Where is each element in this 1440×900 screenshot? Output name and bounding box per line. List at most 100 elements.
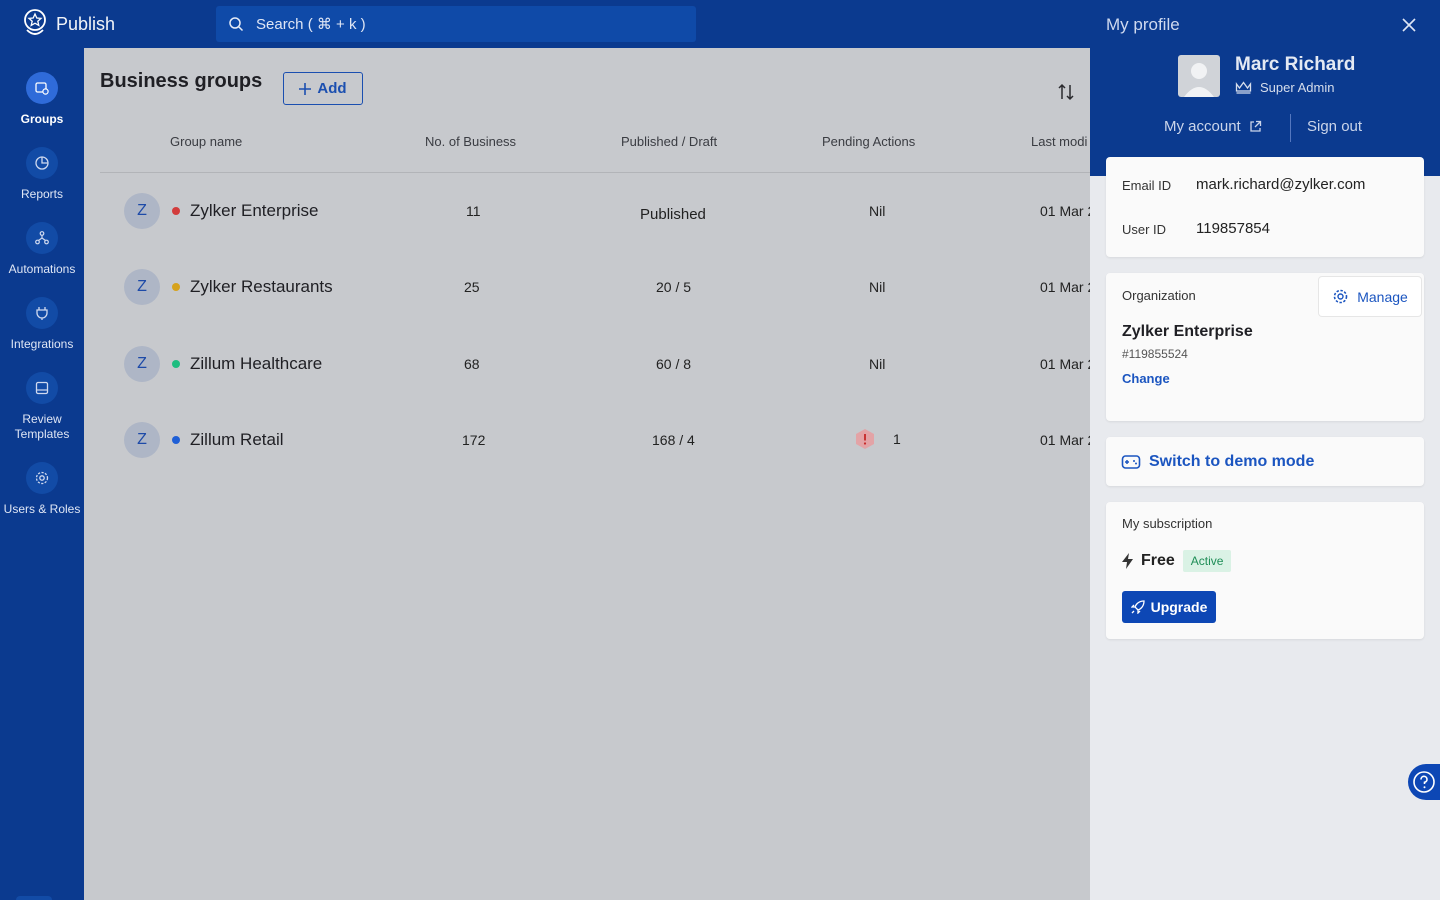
sidebar-item-integrations[interactable]: Integrations bbox=[0, 297, 84, 352]
sidebar-item-groups[interactable]: Groups bbox=[0, 72, 84, 127]
column-header[interactable]: Group name bbox=[170, 134, 242, 149]
group-avatar: Z bbox=[124, 346, 160, 382]
email-value: mark.richard@zylker.com bbox=[1196, 176, 1366, 193]
organization-label: Organization bbox=[1122, 288, 1196, 303]
business-count: 25 bbox=[464, 279, 480, 295]
expand-sidebar-button[interactable] bbox=[16, 896, 52, 900]
switch-demo-mode-button[interactable]: Switch to demo mode bbox=[1106, 437, 1424, 486]
column-header[interactable]: Published / Draft bbox=[621, 134, 717, 149]
published-draft: 168 / 4 bbox=[652, 432, 695, 448]
sort-icon[interactable] bbox=[1056, 82, 1076, 102]
published-draft: 60 / 8 bbox=[656, 356, 692, 372]
sidebar-item-users-roles[interactable]: Users & Roles bbox=[0, 462, 84, 517]
sidebar-item-label: Integrations bbox=[10, 337, 74, 351]
group-avatar: Z bbox=[124, 422, 160, 458]
add-button-label: Add bbox=[317, 80, 347, 97]
user-avatar-icon bbox=[1184, 63, 1214, 97]
role-label: Super Admin bbox=[1260, 80, 1335, 95]
demo-mode-label: Switch to demo mode bbox=[1149, 452, 1315, 470]
rocket-icon bbox=[1130, 600, 1145, 614]
pending-actions: Nil bbox=[869, 203, 886, 219]
review-templates-icon bbox=[35, 381, 49, 395]
sidebar-item-reports[interactable]: Reports bbox=[0, 147, 84, 202]
group-name[interactable]: Zillum Healthcare bbox=[190, 354, 322, 374]
sidebar-item-review-templates[interactable]: Review Templates bbox=[0, 372, 84, 442]
pending-actions: 1 bbox=[893, 431, 901, 447]
plan-info: Free Active bbox=[1122, 550, 1232, 572]
sign-out-link[interactable]: Sign out bbox=[1307, 118, 1362, 135]
sidebar: Groups Reports Automations Integrations … bbox=[0, 48, 84, 900]
table-row[interactable]: Z Zylker Restaurants 25 20 / 5 Nil 01 Ma… bbox=[100, 249, 1095, 325]
help-button[interactable] bbox=[1408, 764, 1440, 800]
account-details-card: Email ID mark.richard@zylker.com User ID… bbox=[1106, 157, 1424, 257]
reports-icon bbox=[35, 156, 49, 170]
page-title: Business groups bbox=[100, 70, 263, 92]
group-name[interactable]: Zylker Enterprise bbox=[190, 201, 318, 221]
status-dot bbox=[172, 436, 180, 444]
brand[interactable]: Publish bbox=[22, 8, 115, 40]
my-account-link[interactable]: My account bbox=[1164, 118, 1262, 135]
business-count: 11 bbox=[466, 203, 481, 219]
my-account-label: My account bbox=[1164, 118, 1241, 135]
profile-name: Marc Richard bbox=[1235, 54, 1356, 75]
column-header[interactable]: Last modi bbox=[1031, 134, 1087, 149]
status-badge: Active bbox=[1182, 550, 1232, 572]
group-avatar: Z bbox=[124, 269, 160, 305]
users-roles-icon bbox=[35, 471, 49, 485]
manage-label: Manage bbox=[1357, 288, 1408, 305]
warning-icon[interactable] bbox=[854, 428, 876, 450]
close-icon[interactable] bbox=[1400, 16, 1418, 34]
pending-actions: Nil bbox=[869, 279, 886, 295]
business-count: 68 bbox=[464, 356, 480, 372]
table-row[interactable]: Z Zillum Retail 172 168 / 4 1 01 Mar 2 bbox=[100, 402, 1095, 478]
sidebar-item-label: Users & Roles bbox=[3, 502, 81, 516]
subscription-card: My subscription Free Active Upgrade bbox=[1106, 502, 1424, 639]
sidebar-item-automations[interactable]: Automations bbox=[0, 222, 84, 277]
last-modified: 01 Mar 2 bbox=[1040, 432, 1096, 448]
profile-links: My account Sign out bbox=[1090, 114, 1440, 142]
sidebar-item-label: Review Templates bbox=[14, 412, 70, 441]
add-group-button[interactable]: Add bbox=[283, 72, 363, 105]
upgrade-label: Upgrade bbox=[1150, 599, 1208, 615]
sidebar-item-label: Automations bbox=[8, 262, 76, 276]
email-label: Email ID bbox=[1122, 178, 1172, 193]
group-avatar: Z bbox=[124, 193, 160, 229]
column-header[interactable]: No. of Business bbox=[425, 134, 516, 149]
user-id-label: User ID bbox=[1122, 222, 1167, 237]
table-row[interactable]: Z Zillum Healthcare 68 60 / 8 Nil 01 Mar… bbox=[100, 326, 1095, 402]
organization-number: #119855524 bbox=[1122, 347, 1188, 361]
column-header[interactable]: Pending Actions bbox=[822, 134, 915, 149]
pending-actions: Nil bbox=[869, 356, 886, 372]
organization-name: Zylker Enterprise bbox=[1122, 323, 1253, 340]
search-icon bbox=[229, 17, 244, 32]
profile-role: Super Admin bbox=[1235, 80, 1334, 95]
published-draft: 20 / 5 bbox=[656, 279, 692, 295]
search-input[interactable] bbox=[256, 15, 676, 33]
panel-title: My profile bbox=[1106, 15, 1180, 34]
status-dot bbox=[172, 283, 180, 291]
change-organization-link[interactable]: Change bbox=[1122, 371, 1170, 386]
table-header: Group name No. of Business Published / D… bbox=[100, 128, 1090, 173]
status-dot bbox=[172, 207, 180, 215]
groups-icon bbox=[35, 82, 49, 95]
user-id-value: 119857854 bbox=[1196, 220, 1270, 237]
group-name[interactable]: Zylker Restaurants bbox=[190, 277, 333, 297]
plan-name: Free bbox=[1141, 552, 1175, 569]
sidebar-item-label: Reports bbox=[20, 187, 64, 201]
last-modified: 01 Mar 2 bbox=[1040, 203, 1096, 219]
table-row[interactable]: Z Zylker Enterprise 11 Published Nil 01 … bbox=[100, 173, 1095, 249]
gear-icon bbox=[1333, 289, 1348, 304]
profile-header: My profile Marc Richard Super Admin My a… bbox=[1090, 0, 1440, 176]
group-name[interactable]: Zillum Retail bbox=[190, 430, 284, 450]
upgrade-button[interactable]: Upgrade bbox=[1122, 591, 1216, 623]
plus-icon bbox=[299, 82, 312, 95]
manage-organization-button[interactable]: Manage bbox=[1319, 277, 1421, 316]
automations-icon bbox=[35, 231, 49, 245]
avatar bbox=[1178, 55, 1220, 97]
divider bbox=[1290, 114, 1291, 142]
app-name: Publish bbox=[56, 13, 116, 34]
gamepad-icon bbox=[1121, 454, 1141, 469]
search-bar[interactable] bbox=[216, 6, 696, 42]
lightning-icon bbox=[1122, 553, 1133, 569]
subscription-label: My subscription bbox=[1122, 516, 1213, 531]
